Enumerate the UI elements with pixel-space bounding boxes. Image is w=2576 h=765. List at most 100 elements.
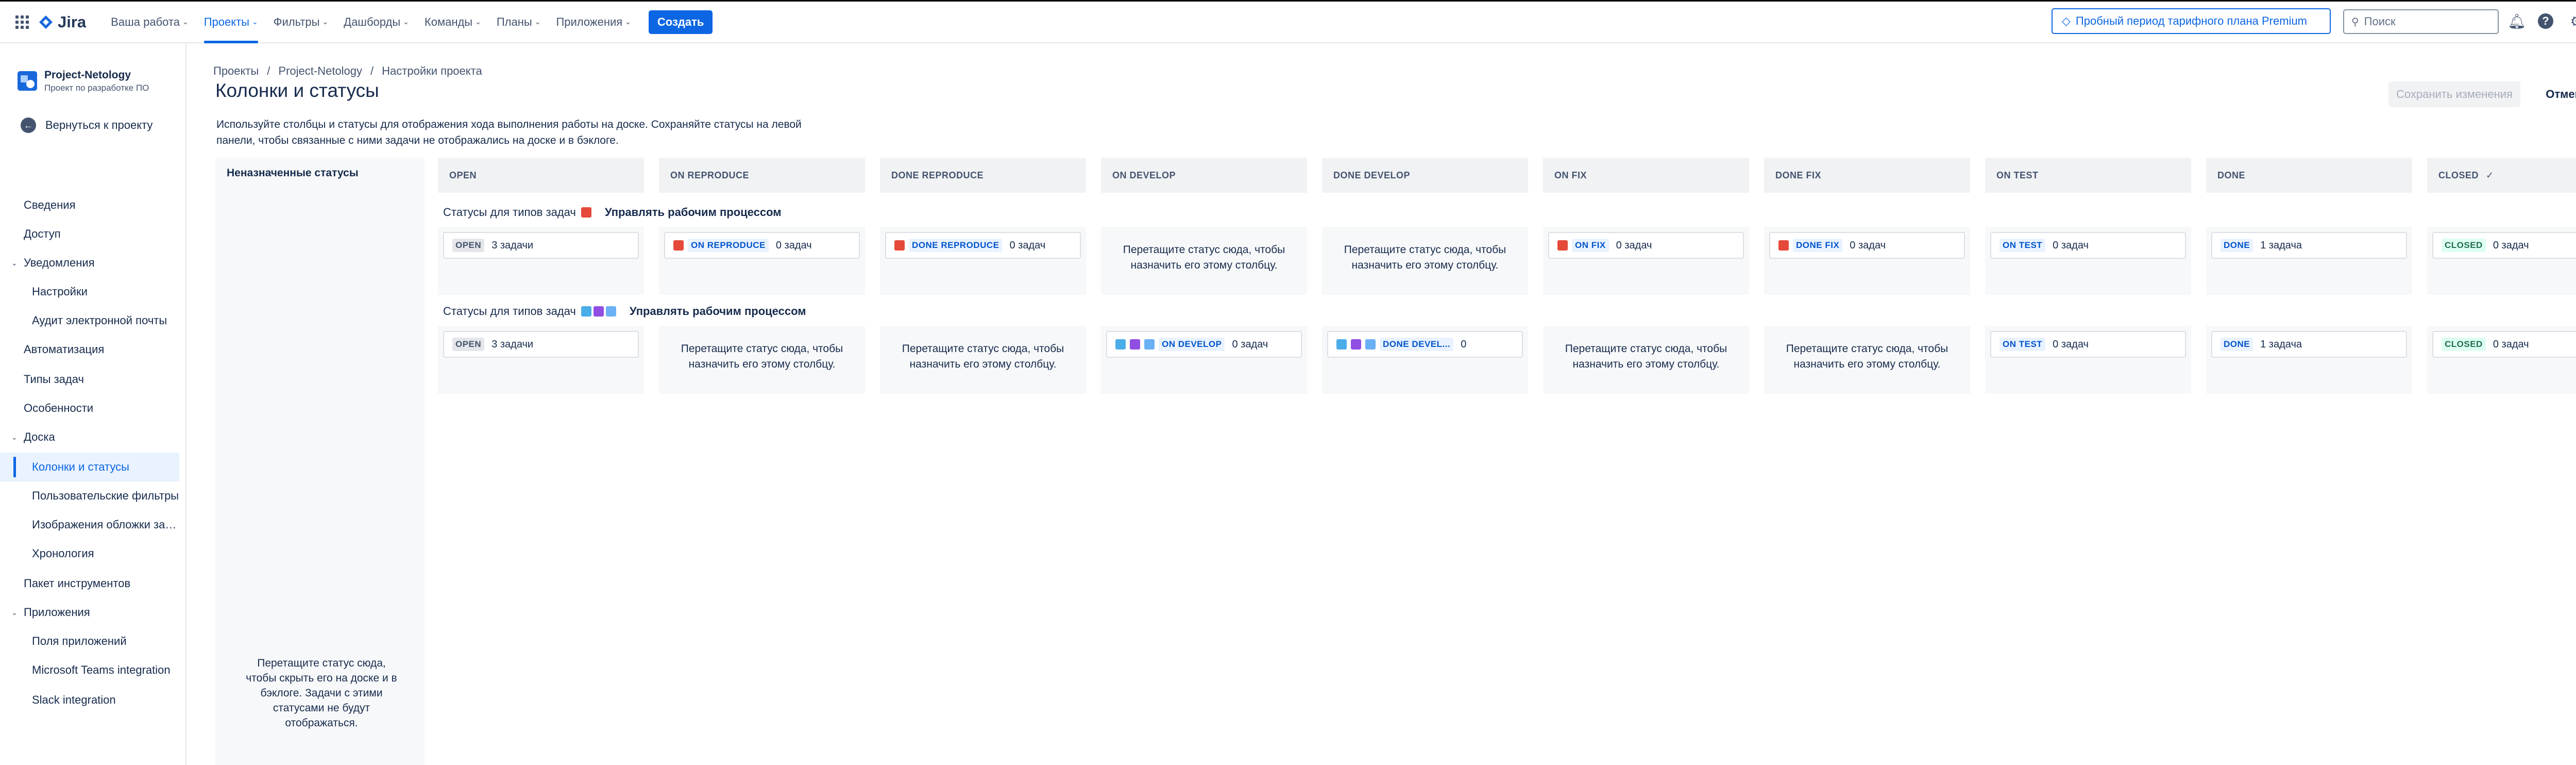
- unassigned-statuses-panel[interactable]: Неназначенные статусы Перетащите статус …: [215, 158, 425, 765]
- breadcrumb-settings[interactable]: Настройки проекта: [382, 64, 482, 78]
- status-card[interactable]: CLOSED 0 задач: [2432, 331, 2576, 358]
- status-cell[interactable]: CLOSED 0 задач: [2427, 227, 2576, 295]
- status-cell[interactable]: DONE REPRODUCE 0 задач: [880, 227, 1086, 295]
- status-cell[interactable]: ON REPRODUCE 0 задач: [659, 227, 865, 295]
- status-card[interactable]: DONE 1 задача: [2211, 232, 2407, 259]
- nav-item-4[interactable]: Команды ⌄: [425, 1, 481, 43]
- status-card[interactable]: DONE FIX 0 задач: [1769, 232, 1965, 259]
- sidebar-item-5[interactable]: Автоматизация: [0, 335, 179, 364]
- sidebar-item-10[interactable]: Пользовательские фильтры: [0, 481, 179, 510]
- nav-item-0[interactable]: Ваша работа ⌄: [111, 1, 189, 43]
- status-cell[interactable]: DONE 1 задача: [2206, 227, 2412, 295]
- sidebar-item-11[interactable]: Изображения обложки задач: [0, 510, 179, 539]
- save-changes-button[interactable]: Сохранить изменения: [2388, 81, 2520, 107]
- column-header-7[interactable]: ON TEST: [1985, 158, 2191, 193]
- manage-workflow-link[interactable]: Управлять рабочим процессом: [630, 305, 806, 318]
- manage-workflow-link[interactable]: Управлять рабочим процессом: [605, 206, 782, 219]
- breadcrumb-projects[interactable]: Проекты: [213, 64, 259, 78]
- sidebar-item-13[interactable]: Пакет инструментов: [0, 569, 179, 598]
- status-cell[interactable]: ON TEST 0 задач: [1985, 326, 2191, 394]
- sidebar-item-8[interactable]: ⌄ Доска: [0, 423, 179, 452]
- nav-item-3[interactable]: Дашборды ⌄: [344, 1, 409, 43]
- status-card[interactable]: ON DEVELOP 0 задач: [1106, 331, 1302, 358]
- column-title: ON FIX: [1554, 170, 1587, 180]
- column-header-1[interactable]: ON REPRODUCE: [659, 158, 865, 193]
- back-to-project-link[interactable]: ← Вернуться к проекту: [21, 118, 152, 133]
- status-cell[interactable]: ON TEST 0 задач: [1985, 227, 2191, 295]
- sidebar-item-9[interactable]: Колонки и статусы: [0, 453, 179, 481]
- status-cell[interactable]: ON FIX 0 задач: [1543, 227, 1749, 295]
- back-to-project-label: Вернуться к проекту: [45, 119, 153, 131]
- nav-item-6[interactable]: Приложения ⌄: [556, 1, 631, 43]
- status-cell[interactable]: Перетащите статус сюда, чтобы назначить …: [659, 326, 865, 394]
- sidebar-item-17[interactable]: Slack integration: [0, 686, 179, 714]
- create-button[interactable]: Создать: [648, 10, 713, 34]
- sidebar-item-14[interactable]: ⌄ Приложения: [0, 598, 179, 627]
- settings-gear-icon[interactable]: ⚙: [2568, 12, 2576, 30]
- sidebar-item-3[interactable]: Настройки: [0, 277, 179, 306]
- breadcrumb-project[interactable]: Project-Netology: [278, 64, 362, 78]
- status-cell[interactable]: DONE DEVEL... 0: [1322, 326, 1528, 394]
- status-card[interactable]: CLOSED 0 задач: [2432, 232, 2576, 259]
- status-card[interactable]: ON TEST 0 задач: [1990, 232, 2186, 259]
- search-input[interactable]: ⚲ Поиск: [2343, 9, 2499, 34]
- sidebar-item-1[interactable]: Доступ: [0, 220, 179, 248]
- status-card[interactable]: ON REPRODUCE 0 задач: [664, 232, 860, 259]
- project-header[interactable]: Project-Netology Проект по разработке ПО: [18, 69, 149, 93]
- column-header-3[interactable]: ON DEVELOP: [1101, 158, 1307, 193]
- column-header-9[interactable]: CLOSED ✓: [2427, 158, 2576, 193]
- sidebar-item-15[interactable]: Поля приложений: [0, 627, 179, 656]
- nav-item-5[interactable]: Планы ⌄: [497, 1, 541, 43]
- column-header-4[interactable]: DONE DEVELOP: [1322, 158, 1528, 193]
- status-cell[interactable]: DONE FIX 0 задач: [1764, 227, 1970, 295]
- column-header-5[interactable]: ON FIX: [1543, 158, 1749, 193]
- status-cell[interactable]: DONE 1 задача: [2206, 326, 2412, 394]
- status-cell[interactable]: Перетащите статус сюда, чтобы назначить …: [1322, 227, 1528, 295]
- nav-item-1[interactable]: Проекты ⌄: [204, 1, 258, 43]
- notifications-bell-icon[interactable]: 🔔︎: [2507, 12, 2526, 30]
- help-icon[interactable]: ?: [2538, 13, 2553, 29]
- column-title: ON DEVELOP: [1112, 170, 1176, 180]
- status-card[interactable]: ON TEST 0 задач: [1990, 331, 2186, 358]
- status-card[interactable]: OPEN 3 задачи: [443, 331, 639, 358]
- status-cell[interactable]: OPEN 3 задачи: [438, 326, 644, 394]
- issue-type-icon: [894, 240, 905, 251]
- premium-trial-button[interactable]: ◇ Пробный период тарифного плана Premium: [2052, 8, 2331, 34]
- status-cell[interactable]: ON DEVELOP 0 задач: [1101, 326, 1307, 394]
- issue-type-icon: [1336, 339, 1347, 350]
- status-cell[interactable]: Перетащите статус сюда, чтобы назначить …: [1543, 326, 1749, 394]
- column-title: DONE: [2217, 170, 2246, 180]
- status-card[interactable]: OPEN 3 задачи: [443, 232, 639, 259]
- column-header-0[interactable]: OPEN: [438, 158, 644, 193]
- status-card[interactable]: DONE 1 задача: [2211, 331, 2407, 358]
- status-card[interactable]: DONE REPRODUCE 0 задач: [885, 232, 1081, 259]
- cancel-button[interactable]: Отменить: [2530, 81, 2576, 107]
- status-cell[interactable]: OPEN 3 задачи: [438, 227, 644, 295]
- app-switcher-icon[interactable]: [15, 15, 29, 29]
- column-header-2[interactable]: DONE REPRODUCE: [880, 158, 1086, 193]
- status-card[interactable]: ON FIX 0 задач: [1548, 232, 1744, 259]
- sidebar-item-4[interactable]: Аудит электронной почты: [0, 306, 179, 335]
- column-header-8[interactable]: DONE: [2206, 158, 2412, 193]
- sidebar-item-6[interactable]: Типы задач: [0, 365, 179, 394]
- status-lozenge: CLOSED: [2442, 338, 2486, 351]
- status-cell[interactable]: Перетащите статус сюда, чтобы назначить …: [1101, 227, 1307, 295]
- status-lozenge: ON DEVELOP: [1159, 338, 1225, 351]
- sidebar-item-label: Изображения обложки задач: [32, 518, 179, 531]
- sidebar-item-16[interactable]: Microsoft Teams integration: [0, 656, 179, 685]
- sidebar-item-7[interactable]: Особенности: [0, 394, 179, 423]
- jira-logo[interactable]: Jira: [38, 13, 86, 31]
- sidebar-item-12[interactable]: Хронология: [0, 539, 179, 568]
- status-cell[interactable]: CLOSED 0 задач: [2427, 326, 2576, 394]
- status-lozenge: OPEN: [452, 239, 485, 252]
- sidebar-item-2[interactable]: ⌄ Уведомления: [0, 248, 179, 277]
- status-cell[interactable]: Перетащите статус сюда, чтобы назначить …: [1764, 326, 1970, 394]
- status-card[interactable]: DONE DEVEL... 0: [1327, 331, 1523, 358]
- chevron-down-icon: ⌄: [475, 18, 481, 26]
- status-cell[interactable]: Перетащите статус сюда, чтобы назначить …: [880, 326, 1086, 394]
- nav-item-2[interactable]: Фильтры ⌄: [274, 1, 328, 43]
- chevron-down-icon: ⌄: [251, 18, 258, 26]
- sidebar-item-label: Поля приложений: [32, 635, 127, 647]
- column-header-6[interactable]: DONE FIX: [1764, 158, 1970, 193]
- sidebar-item-0[interactable]: Сведения: [0, 191, 179, 220]
